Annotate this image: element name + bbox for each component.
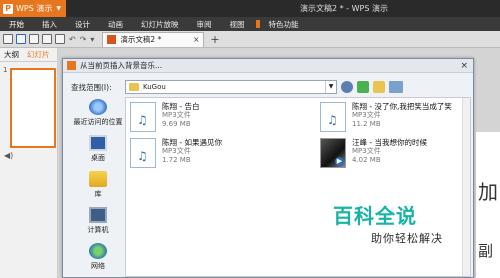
watermark: 百科全说 助你轻松解决: [333, 200, 473, 250]
quick-access-more-icon[interactable]: ▾: [90, 35, 94, 44]
add-tab-icon[interactable]: +: [210, 33, 219, 46]
place-label: 桌面: [91, 154, 105, 162]
tab-insert[interactable]: 插入: [33, 19, 66, 30]
file-type: MP3文件: [162, 147, 191, 155]
file-size: 11.2 MB: [352, 120, 381, 128]
presentation-icon: [107, 35, 117, 44]
network-icon: [89, 243, 107, 259]
save-icon[interactable]: [29, 34, 39, 44]
desktop-icon: [89, 135, 107, 151]
place-label: 库: [94, 190, 102, 198]
watermark-subtitle: 助你轻松解决: [371, 232, 443, 245]
recent-places-icon: [89, 99, 107, 115]
file-list: 陈翔 - 告白 MP3文件 9.69 MB 陈翔 - 没了你,我把笑当成了笑 M…: [125, 97, 471, 277]
file-item[interactable]: 陈翔 - 告白 MP3文件 9.69 MB: [130, 102, 290, 136]
album-art-icon: [320, 138, 346, 168]
document-tab-bar: ↶ ↷ ▾ 演示文稿2 * × +: [0, 31, 500, 48]
document-tab[interactable]: 演示文稿2 * ×: [102, 31, 205, 47]
mp3-file-icon: [130, 102, 156, 132]
watermark-title: 百科全说: [333, 204, 417, 228]
file-name: 陈翔 - 如果遇见你: [162, 138, 222, 147]
back-icon[interactable]: [341, 81, 353, 93]
place-label: 最近访问的位置: [73, 118, 123, 126]
app-menu-button[interactable]: P WPS 演示 ▼: [0, 0, 66, 17]
tab-design[interactable]: 设计: [66, 19, 99, 30]
place-label: 网络: [91, 262, 105, 270]
tab-home[interactable]: 开始: [0, 19, 33, 30]
tab-outline[interactable]: 大纲: [0, 49, 23, 60]
undo-icon[interactable]: ↶: [69, 35, 76, 44]
tab-features[interactable]: 特色功能: [260, 19, 308, 30]
app-name: WPS 演示: [16, 4, 53, 13]
file-size: 4.02 MB: [352, 156, 381, 164]
document-tab-label: 演示文稿2 *: [120, 35, 162, 44]
tab-review[interactable]: 审阅: [188, 19, 221, 30]
slide-subtitle-text[interactable]: 副: [478, 240, 493, 261]
view-menu-icon[interactable]: [389, 81, 403, 93]
place-label: 计算机: [87, 226, 109, 234]
folder-icon: [129, 83, 139, 91]
tab-slides[interactable]: 幻灯片: [23, 49, 54, 60]
new-folder-icon[interactable]: [373, 81, 385, 93]
pane-tabs: 大纲 幻灯片: [0, 48, 57, 62]
file-type: MP3文件: [162, 111, 191, 119]
file-size: 1.72 MB: [162, 156, 191, 164]
ribbon-tabs: 开始 插入 设计 动画 幻灯片放映 审阅 视图 特色功能: [0, 17, 500, 31]
tab-view[interactable]: 视图: [221, 19, 254, 30]
close-icon[interactable]: ×: [460, 61, 468, 71]
lookin-row: 查找范围(I): KuGou ▼: [71, 79, 469, 95]
slide-number: 1: [3, 66, 8, 74]
file-type: MP3文件: [352, 111, 381, 119]
print-preview-icon[interactable]: [55, 34, 65, 44]
lookin-select[interactable]: KuGou ▼: [125, 80, 337, 94]
file-name: 陈翔 - 告白: [162, 102, 200, 111]
file-size: 9.69 MB: [162, 120, 191, 128]
file-item[interactable]: 汪峰 - 当我想你的时候 MP3文件 4.02 MB: [320, 138, 480, 172]
file-type: MP3文件: [352, 147, 381, 155]
wps-logo-icon: P: [3, 3, 13, 14]
mp3-file-icon: [320, 102, 346, 132]
file-item[interactable]: 陈翔 - 没了你,我把笑当成了笑 MP3文件 11.2 MB: [320, 102, 480, 136]
place-recent[interactable]: 最近访问的位置: [69, 99, 127, 135]
redo-icon[interactable]: ↷: [80, 35, 87, 44]
print-icon[interactable]: [42, 34, 52, 44]
up-folder-icon[interactable]: [357, 81, 369, 93]
slide-pane: 大纲 幻灯片 1 ◀): [0, 48, 58, 278]
close-tab-icon[interactable]: ×: [193, 35, 199, 44]
slide-thumbnail[interactable]: [10, 68, 56, 148]
slide-title-text[interactable]: 加: [478, 176, 498, 205]
place-network[interactable]: 网络: [69, 243, 127, 278]
dialog-icon: [67, 61, 76, 70]
file-item[interactable]: 陈翔 - 如果遇见你 MP3文件 1.72 MB: [130, 138, 290, 172]
place-library[interactable]: 库: [69, 171, 127, 207]
library-icon: [89, 171, 107, 187]
chevron-down-icon[interactable]: ▼: [325, 81, 336, 93]
title-bar: P WPS 演示 ▼ 演示文稿2 * - WPS 演示: [0, 0, 500, 17]
dialog-title-bar: 从当前页插入背景音乐... ×: [63, 59, 473, 73]
lookin-value: KuGou: [143, 83, 166, 91]
tab-animation[interactable]: 动画: [99, 19, 132, 30]
place-desktop[interactable]: 桌面: [69, 135, 127, 171]
file-name: 陈翔 - 没了你,我把笑当成了笑: [352, 102, 452, 111]
mp3-file-icon: [130, 138, 156, 168]
window-title: 演示文稿2 * - WPS 演示: [300, 4, 388, 13]
lookin-label: 查找范围(I):: [71, 82, 112, 92]
new-doc-icon[interactable]: [3, 34, 13, 44]
tab-slideshow[interactable]: 幻灯片放映: [132, 19, 188, 30]
file-name: 汪峰 - 当我想你的时候: [352, 138, 427, 147]
computer-icon: [89, 207, 107, 223]
chevron-down-icon: ▼: [56, 5, 61, 12]
open-folder-icon[interactable]: [16, 34, 26, 44]
speaker-icon: ◀): [4, 151, 14, 160]
places-bar: 最近访问的位置 桌面 库 计算机 网络: [69, 99, 127, 277]
dialog-title: 从当前页插入背景音乐...: [80, 61, 163, 70]
place-computer[interactable]: 计算机: [69, 207, 127, 243]
